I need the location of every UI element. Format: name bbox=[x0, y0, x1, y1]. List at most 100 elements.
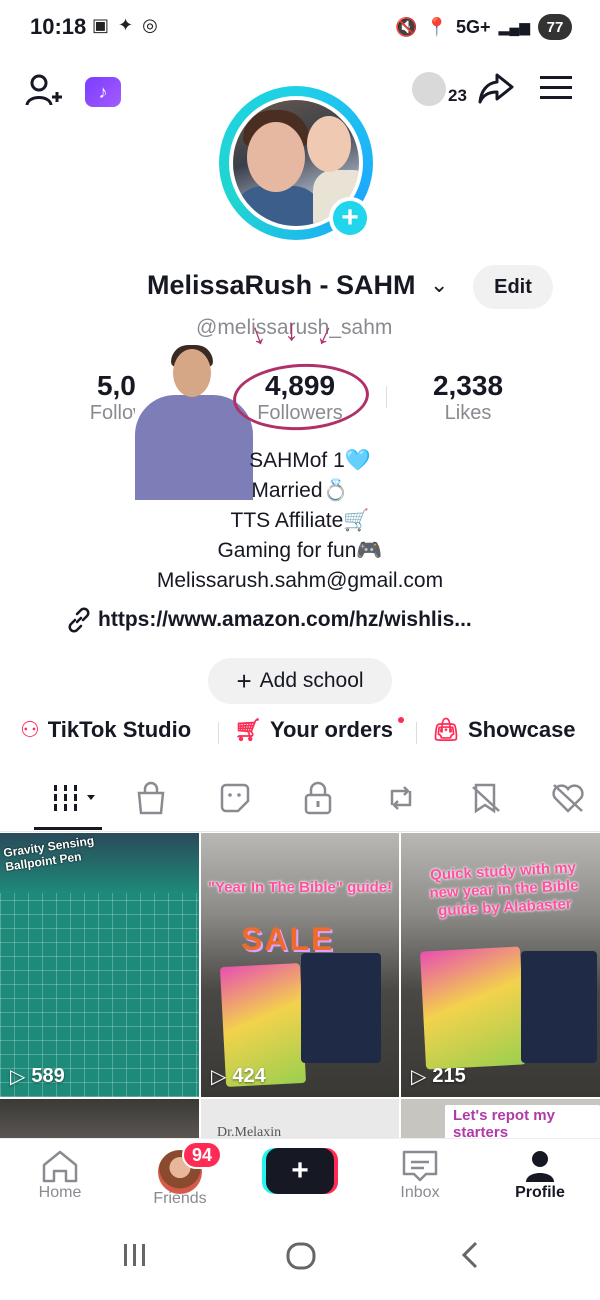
plus-icon: + bbox=[236, 665, 252, 696]
bag-icon bbox=[137, 781, 165, 815]
status-time: 10:18 bbox=[30, 14, 87, 39]
back-button[interactable] bbox=[458, 1240, 484, 1278]
video-tile[interactable]: Let's repot my starters bbox=[401, 1099, 600, 1139]
tab-liked[interactable] bbox=[548, 778, 588, 818]
video-tile[interactable]: Dr.Melaxin bbox=[201, 1099, 399, 1139]
meme-overlay-image bbox=[135, 345, 255, 500]
video-tile[interactable] bbox=[0, 1099, 199, 1139]
network-label: 5G+ bbox=[456, 16, 491, 37]
inbox-icon bbox=[402, 1150, 438, 1182]
stat-divider bbox=[386, 386, 387, 408]
video-tile[interactable]: Gravity Sensing Ballpoint Pen ▷ 589 bbox=[0, 833, 199, 1097]
active-tab-indicator bbox=[34, 827, 102, 830]
bio-link[interactable]: https://www.amazon.com/hz/wishlis... bbox=[66, 607, 472, 633]
showcase-label: Showcase bbox=[467, 717, 576, 742]
nav-home[interactable]: Home bbox=[0, 1148, 120, 1202]
nav-profile[interactable]: Profile bbox=[480, 1148, 600, 1202]
play-icon: ▷ bbox=[10, 1066, 26, 1088]
tiktok-badge-button[interactable]: ♪ bbox=[85, 77, 121, 107]
tool-divider bbox=[218, 722, 219, 744]
bio-link-text: https://www.amazon.com/hz/wishlis... bbox=[98, 608, 472, 631]
repost-icon bbox=[390, 786, 412, 810]
chevron-down-icon[interactable]: ⌄ bbox=[430, 272, 448, 298]
nav-friends-label: Friends bbox=[153, 1190, 207, 1207]
tab-shop[interactable] bbox=[131, 778, 171, 818]
video-caption: Dr.Melaxin bbox=[217, 1125, 282, 1139]
video-tile[interactable]: Quick study with my new year in the Bibl… bbox=[401, 833, 600, 1097]
view-count: ▷ 424 bbox=[211, 1065, 266, 1088]
share-arrow-icon bbox=[478, 73, 514, 104]
nav-profile-label: Profile bbox=[515, 1184, 565, 1201]
play-icon: ▷ bbox=[211, 1066, 227, 1088]
likes-label: Likes bbox=[444, 402, 492, 424]
home-circle-icon bbox=[286, 1242, 316, 1270]
lock-icon bbox=[304, 781, 332, 815]
video-tile[interactable]: "Year In The Bible" guide! SALE ▷ 424 bbox=[201, 833, 399, 1097]
orders-notification-dot bbox=[398, 717, 404, 723]
grid-icon bbox=[50, 785, 95, 811]
view-count: ▷ 215 bbox=[411, 1065, 466, 1088]
bio-line: SAHMof 1🩵 bbox=[249, 449, 371, 472]
profile-icon bbox=[526, 1151, 554, 1182]
home-system-button[interactable] bbox=[285, 1240, 317, 1280]
your-orders-label: Your orders bbox=[269, 717, 393, 742]
likes-count: 2,338 bbox=[432, 370, 504, 401]
bag-icon: 👜︎ bbox=[432, 717, 460, 742]
cart-icon: 🛒︎ bbox=[234, 717, 262, 742]
stat-likes[interactable]: 2,338 Likes bbox=[418, 370, 518, 425]
video-caption: Let's repot my starters bbox=[445, 1105, 600, 1139]
tab-saved[interactable] bbox=[466, 778, 506, 818]
mute-icon: 🔇 bbox=[395, 16, 418, 37]
status-right: 🔇 📍 5G+ ▂▄▆ 77 bbox=[395, 14, 572, 40]
nav-inbox[interactable]: Inbox bbox=[360, 1148, 480, 1202]
tiktok-note-icon: ♪ bbox=[98, 81, 108, 102]
tab-stickers[interactable] bbox=[215, 778, 255, 818]
tabs-divider bbox=[0, 831, 600, 832]
home-icon bbox=[42, 1150, 78, 1183]
bio-line: Gaming for fun🎮 bbox=[217, 539, 383, 562]
nav-friends[interactable]: Friends bbox=[120, 1190, 240, 1208]
your-orders-button[interactable]: 🛒︎ Your orders bbox=[234, 717, 393, 743]
add-school-button[interactable]: + Add school bbox=[208, 658, 392, 704]
add-school-label: Add school bbox=[259, 669, 364, 692]
person-plus-icon bbox=[25, 74, 62, 106]
video-caption: Quick study with my new year in the Bibl… bbox=[429, 859, 579, 920]
tool-divider bbox=[416, 722, 417, 744]
display-name[interactable]: MelissaRush - SAHM bbox=[147, 270, 416, 301]
battery-indicator: 77 bbox=[538, 14, 572, 40]
plus-icon: + bbox=[291, 1154, 309, 1187]
friends-notification-badge: 94 bbox=[182, 1141, 222, 1169]
hamburger-icon bbox=[540, 76, 572, 99]
add-friend-button[interactable] bbox=[24, 70, 64, 110]
view-count: ▷ 589 bbox=[10, 1065, 65, 1088]
tiktok-studio-button[interactable]: ⚇ TikTok Studio bbox=[20, 717, 191, 743]
profile-views-avatar bbox=[412, 72, 446, 106]
showcase-button[interactable]: 👜︎ Showcase bbox=[432, 717, 576, 743]
video-caption: "Year In The Bible" guide! bbox=[207, 879, 393, 896]
play-icon: ▷ bbox=[411, 1066, 427, 1088]
signal-icon: ▂▄▆ bbox=[498, 18, 530, 35]
menu-button[interactable] bbox=[538, 70, 574, 106]
recent-apps-icon bbox=[124, 1244, 145, 1266]
create-button[interactable]: + bbox=[266, 1148, 334, 1194]
tab-reposts[interactable] bbox=[381, 778, 421, 818]
location-icon: 📍 bbox=[425, 16, 449, 37]
status-notification-icons: ▣ ✦ ◎ bbox=[92, 15, 160, 35]
bio-line: Married💍 bbox=[251, 479, 349, 502]
annotation-arrow-icon: ↓ bbox=[284, 314, 299, 347]
nav-inbox-label: Inbox bbox=[400, 1184, 440, 1201]
heart-hidden-icon bbox=[552, 784, 584, 813]
edit-profile-button[interactable]: Edit bbox=[473, 265, 553, 309]
sticker-icon bbox=[220, 783, 250, 813]
bio-email[interactable]: Melissarush.sahm@gmail.com bbox=[0, 569, 600, 593]
add-story-button[interactable]: + bbox=[329, 197, 371, 239]
bookmark-hidden-icon bbox=[472, 783, 500, 814]
share-button[interactable] bbox=[476, 68, 516, 108]
tab-videos[interactable] bbox=[46, 778, 102, 818]
tiktok-studio-label: TikTok Studio bbox=[47, 717, 192, 742]
tab-private[interactable] bbox=[298, 778, 338, 818]
profile-views-count: 23 bbox=[448, 86, 467, 105]
recent-apps-button[interactable] bbox=[120, 1240, 150, 1278]
profile-views-button[interactable]: 23 bbox=[412, 72, 467, 106]
back-chevron-icon bbox=[461, 1241, 478, 1269]
